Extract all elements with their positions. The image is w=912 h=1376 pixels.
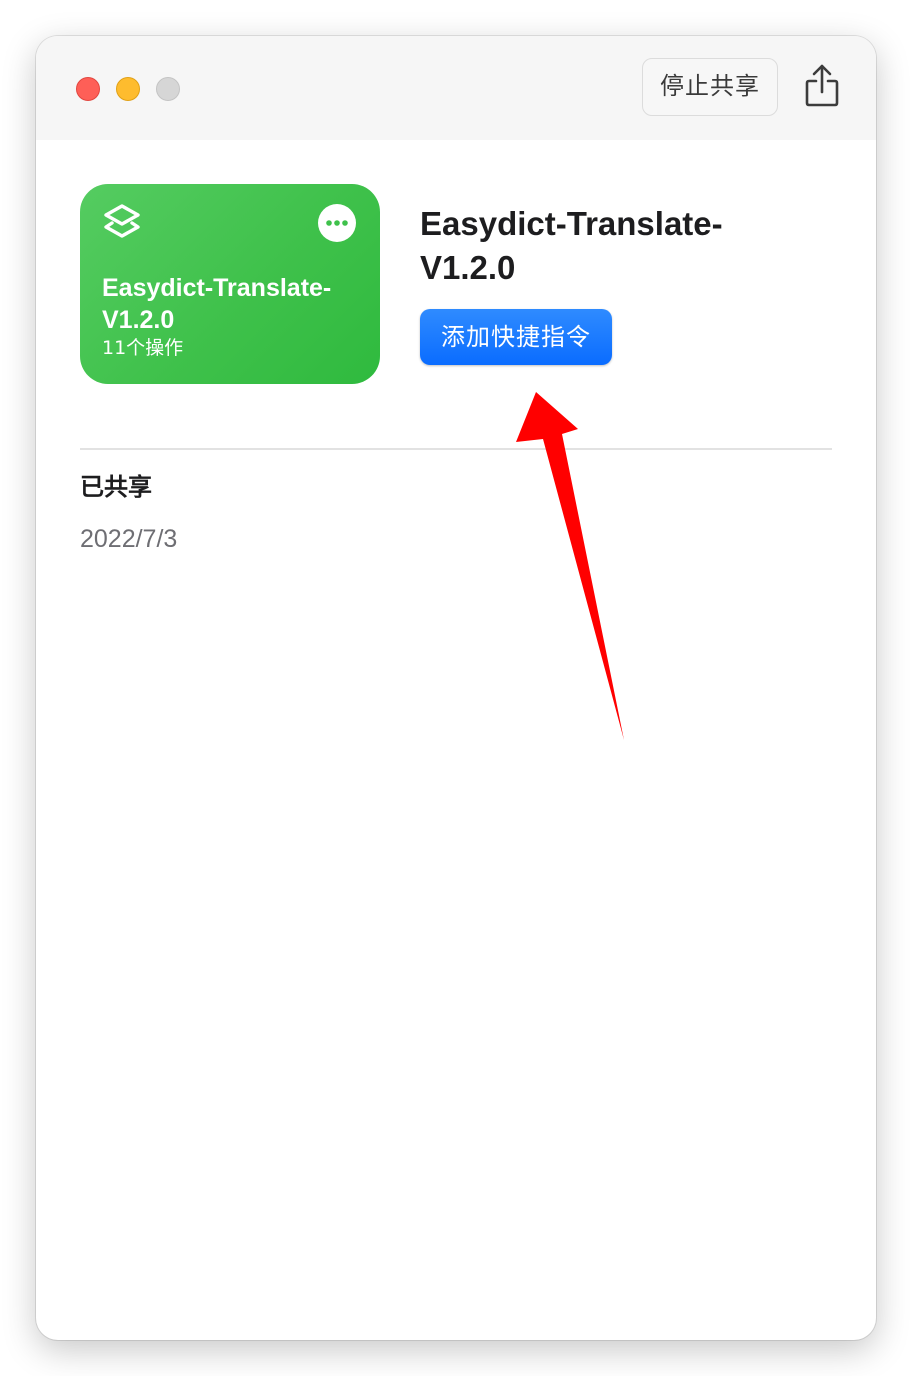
share-button[interactable] [802, 62, 842, 112]
minimize-button[interactable] [116, 77, 140, 101]
close-button[interactable] [76, 77, 100, 101]
stop-sharing-button[interactable]: 停止共享 [642, 58, 778, 116]
shared-label: 已共享 [80, 473, 152, 501]
more-icon[interactable] [318, 204, 356, 242]
shortcut-card[interactable]: Easydict-Translate- V1.2.0 11个操作 [80, 184, 380, 384]
shared-date: 2022/7/3 [80, 525, 178, 553]
shortcut-title: Easydict-Translate- V1.2.0 [420, 205, 723, 286]
card-title: Easydict-Translate- V1.2.0 [102, 274, 332, 334]
shortcut-share-window: 停止共享 Easydict-Translate- V1.2.0 11个操作 Ea… [36, 36, 876, 1340]
zoom-button[interactable] [156, 77, 180, 101]
red-arrow-shape [516, 392, 624, 740]
divider [80, 448, 832, 450]
card-action-count: 11个操作 [102, 337, 184, 359]
add-shortcut-button[interactable]: 添加快捷指令 [420, 309, 612, 365]
title-bar: 停止共享 [36, 36, 876, 140]
shortcuts-icon [104, 204, 140, 238]
share-icon [805, 64, 839, 107]
